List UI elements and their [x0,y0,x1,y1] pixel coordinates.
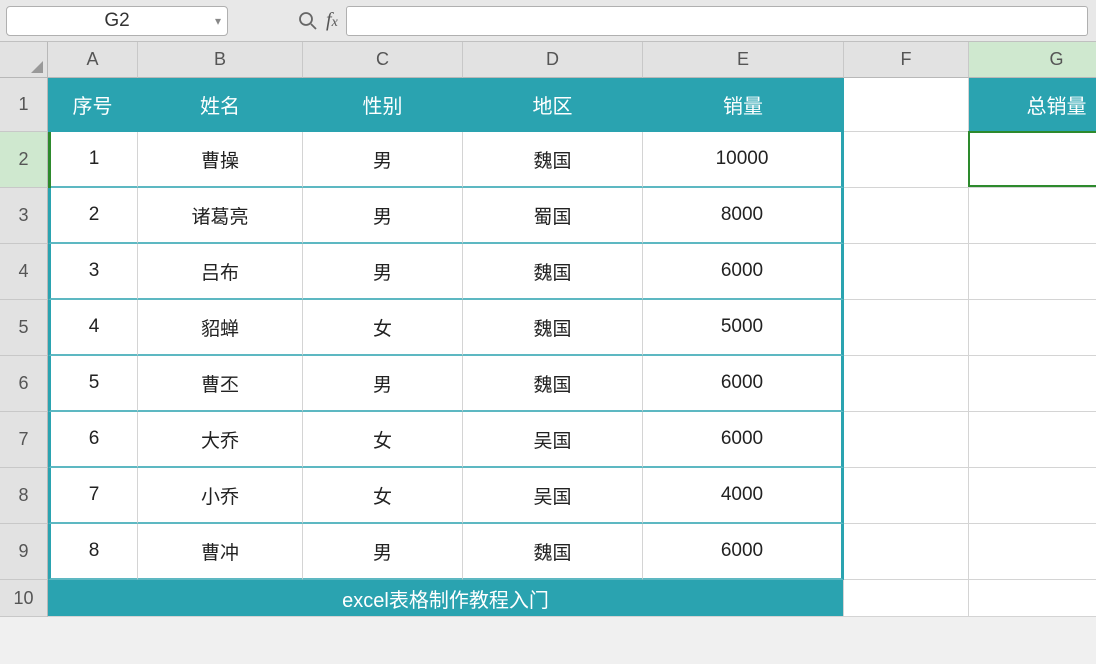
data-cell[interactable]: 女 [303,412,463,468]
data-cell[interactable]: 6000 [643,412,844,468]
footer-cell[interactable]: excel表格制作教程入门 [48,580,844,617]
cell[interactable] [844,412,969,468]
data-cell[interactable]: 曹丕 [138,356,303,412]
data-cell[interactable]: 6000 [643,356,844,412]
row-header-8[interactable]: 8 [0,468,48,524]
data-cell[interactable]: 曹操 [138,132,303,188]
column-header-C[interactable]: C [303,42,463,78]
name-box[interactable]: G2 ▾ [6,6,228,36]
data-cell[interactable]: 4 [48,300,138,356]
cell[interactable] [969,580,1096,617]
data-cell[interactable]: 男 [303,132,463,188]
data-cell[interactable]: 2 [48,188,138,244]
data-cell[interactable]: 魏国 [463,244,643,300]
cell[interactable] [969,412,1096,468]
data-cell[interactable]: 10000 [643,132,844,188]
name-box-value: G2 [104,10,129,32]
data-cell[interactable]: 魏国 [463,356,643,412]
cell[interactable] [844,524,969,580]
table-header[interactable]: 序号 [48,78,138,132]
data-cell[interactable]: 蜀国 [463,188,643,244]
data-cell[interactable]: 男 [303,244,463,300]
cells-area[interactable]: 序号姓名性别地区销量总销量1曹操男魏国100002诸葛亮男蜀国80003吕布男魏… [48,78,1096,617]
data-cell[interactable]: 8000 [643,188,844,244]
cell[interactable] [969,244,1096,300]
data-cell[interactable]: 7 [48,468,138,524]
cell[interactable] [844,300,969,356]
data-cell[interactable]: 小乔 [138,468,303,524]
data-cell[interactable]: 貂蝉 [138,300,303,356]
data-cell[interactable]: 吴国 [463,412,643,468]
row-header-6[interactable]: 6 [0,356,48,412]
cell[interactable] [844,188,969,244]
data-cell[interactable]: 女 [303,468,463,524]
table-header[interactable]: 地区 [463,78,643,132]
data-cell[interactable]: 女 [303,300,463,356]
data-cell[interactable]: 6 [48,412,138,468]
row-header-2[interactable]: 2 [0,132,48,188]
row-header-10[interactable]: 10 [0,580,48,617]
cell-F1[interactable] [844,78,969,132]
row-header-1[interactable]: 1 [0,78,48,132]
fx-icon[interactable]: fx [326,9,338,32]
data-cell[interactable]: 男 [303,356,463,412]
column-header-G[interactable]: G [969,42,1096,78]
grid: 12345678910 ABCDEFG 序号姓名性别地区销量总销量1曹操男魏国1… [0,42,1096,617]
row-header-3[interactable]: 3 [0,188,48,244]
data-cell[interactable]: 男 [303,524,463,580]
table-header[interactable]: 性别 [303,78,463,132]
data-cell[interactable]: 3 [48,244,138,300]
cell[interactable] [844,132,969,188]
data-cell[interactable]: 魏国 [463,132,643,188]
formula-input[interactable] [346,6,1088,36]
formula-bar: G2 ▾ fx [0,0,1096,42]
row-header-9[interactable]: 9 [0,524,48,580]
data-cell[interactable]: 吕布 [138,244,303,300]
cell[interactable] [844,356,969,412]
data-cell[interactable]: 5 [48,356,138,412]
cell[interactable] [969,356,1096,412]
active-row-marker [48,132,51,188]
name-box-dropdown-icon[interactable]: ▾ [215,14,221,28]
cell[interactable] [844,468,969,524]
row-header-4[interactable]: 4 [0,244,48,300]
cell[interactable] [969,132,1096,188]
data-cell[interactable]: 6000 [643,244,844,300]
data-cell[interactable]: 4000 [643,468,844,524]
data-cell[interactable]: 1 [48,132,138,188]
data-cell[interactable]: 魏国 [463,300,643,356]
column-header-E[interactable]: E [643,42,844,78]
row-header-7[interactable]: 7 [0,412,48,468]
row-headers: 12345678910 [0,78,48,617]
column-header-D[interactable]: D [463,42,643,78]
table-header[interactable]: 销量 [643,78,844,132]
fx-group: fx [298,9,338,32]
column-headers: ABCDEFG [48,42,1096,78]
data-cell[interactable]: 6000 [643,524,844,580]
search-icon[interactable] [298,11,318,31]
data-cell[interactable]: 诸葛亮 [138,188,303,244]
data-cell[interactable]: 5000 [643,300,844,356]
data-cell[interactable]: 曹冲 [138,524,303,580]
table-header[interactable]: 姓名 [138,78,303,132]
cell[interactable] [844,244,969,300]
cell[interactable] [969,468,1096,524]
data-cell[interactable]: 8 [48,524,138,580]
data-cell[interactable]: 魏国 [463,524,643,580]
column-header-B[interactable]: B [138,42,303,78]
cell[interactable] [969,300,1096,356]
side-header[interactable]: 总销量 [969,78,1096,132]
row-header-5[interactable]: 5 [0,300,48,356]
cell[interactable] [969,188,1096,244]
data-cell[interactable]: 男 [303,188,463,244]
column-header-F[interactable]: F [844,42,969,78]
cell[interactable] [969,524,1096,580]
column-header-A[interactable]: A [48,42,138,78]
cell[interactable] [844,580,969,617]
data-cell[interactable]: 大乔 [138,412,303,468]
select-all-corner[interactable] [0,42,48,78]
data-cell[interactable]: 吴国 [463,468,643,524]
